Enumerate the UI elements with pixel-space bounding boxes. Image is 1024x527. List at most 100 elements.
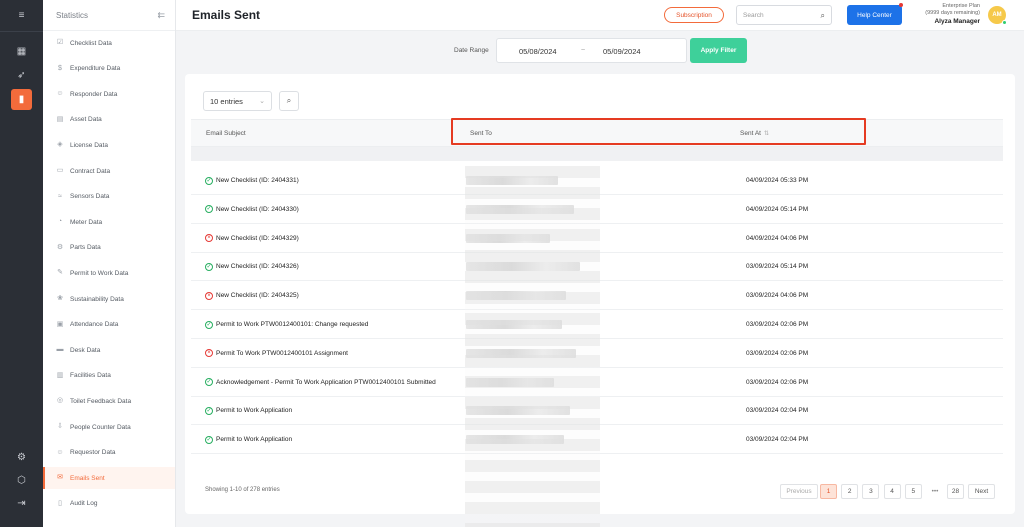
dashboard-icon[interactable]: ▦ [11, 41, 32, 62]
email-subject-cell: ✓ New Checklist (ID: 2404330) [205, 195, 465, 224]
email-subject-text: New Checklist (ID: 2404326) [216, 263, 299, 271]
email-subject-cell: ✓ New Checklist (ID: 2404331) [205, 166, 465, 195]
table-row[interactable]: ✓ New Checklist (ID: 2404330) 04/09/2024 0… [191, 195, 1003, 224]
table-search-button[interactable]: ⌕ [279, 91, 299, 111]
sidebar-item-desk-data[interactable]: ▬ Desk Data [43, 339, 175, 361]
email-subject-cell: × New Checklist (ID: 2404325) [205, 281, 465, 310]
rocket-icon[interactable]: ➶ [11, 65, 32, 86]
sidebar-item-checklist-data[interactable]: ☑ Checklist Data [43, 32, 175, 54]
pagination-page[interactable]: 3 [862, 484, 880, 499]
asset-icon: ▤ [56, 115, 64, 123]
menu-toggle-icon[interactable]: ≡ [11, 5, 32, 26]
help-center-button[interactable]: Help Center [847, 5, 902, 25]
sent-to-cell-redacted [466, 176, 586, 185]
table-row[interactable]: ✓ Permit to Work Application 03/09/2024 02… [191, 396, 1003, 426]
collapse-sidebar-icon[interactable]: ⇇ [157, 10, 165, 21]
meter-icon: ◔ [57, 218, 63, 226]
statistics-icon[interactable]: ▮ [11, 89, 32, 110]
sidebar-item-label: People Counter Data [70, 423, 131, 431]
pagination-page[interactable]: 5 [904, 484, 922, 499]
apply-filter-button[interactable]: Apply Filter [690, 38, 747, 63]
email-subject-text: New Checklist (ID: 2404329) [216, 234, 299, 242]
table-row[interactable]: × New Checklist (ID: 2404325) 03/09/2024 0… [191, 281, 1003, 311]
sidebar-item-label: Contract Data [70, 167, 111, 175]
plan-days: (9999 days remaining) [925, 10, 980, 16]
sidebar-item-label: Emails Sent [70, 474, 105, 482]
column-email-subject[interactable]: Email Subject [206, 130, 246, 137]
sidebar-item-requestor-data[interactable]: ☺ Requestor Data [43, 442, 175, 464]
sidebar-item-contract-data[interactable]: ▭ Contract Data [43, 160, 175, 182]
sent-to-cell-redacted [466, 204, 586, 214]
pagination-page[interactable]: 28 [947, 484, 964, 499]
sidebar-item-permit-to-work-data[interactable]: ✎ Permit to Work Data [43, 262, 175, 284]
user-name[interactable]: Alyza Manager [912, 18, 980, 25]
pagination-next[interactable]: Next [968, 484, 995, 499]
sidebar-item-license-data[interactable]: ◈ License Data [43, 134, 175, 156]
sent-at-cell: 04/09/2024 05:33 PM [746, 177, 809, 184]
sidebar-item-facilities-data[interactable]: ▥ Facilities Data [43, 365, 175, 387]
redacted-block [466, 406, 570, 416]
start-date-field[interactable]: 05/08/2024 [519, 47, 557, 56]
search-icon: ⌕ [286, 96, 292, 105]
sidebar-item-label: Expenditure Data [70, 65, 121, 73]
end-date-field[interactable]: 05/09/2024 [603, 47, 641, 56]
plan-info: Enterprise Plan (9999 days remaining) Al… [912, 3, 980, 25]
sidebar-item-asset-data[interactable]: ▤ Asset Data [43, 109, 175, 131]
pagination-previous[interactable]: Previous [780, 484, 818, 499]
top-header: Emails Sent Subscription Search ⌕ Help C… [176, 0, 1024, 31]
email-subject-cell: × New Checklist (ID: 2404329) [205, 224, 465, 253]
sidebar-item-audit-log[interactable]: ▯ Audit Log [43, 493, 175, 515]
pagination-page[interactable]: 1 [820, 484, 837, 499]
email-subject-cell: ✓ Acknowledgement - Permit To Work Applic… [205, 368, 465, 397]
redacted-block [466, 176, 558, 185]
pagination-page[interactable]: 4 [883, 484, 901, 499]
sidebar-item-label: Permit to Work Data [70, 269, 129, 277]
date-range-picker[interactable]: 05/08/2024 ~ 05/09/2024 [496, 38, 687, 63]
table-filter-row [191, 147, 1003, 161]
sidebar-item-expenditure-data[interactable]: $ Expenditure Data [43, 58, 175, 80]
entries-per-page-select[interactable]: 10 entries ⌄ [203, 91, 272, 111]
checklist-icon: ☑ [56, 39, 64, 46]
sidebar-item-meter-data[interactable]: ◔ Meter Data [43, 211, 175, 233]
sent-at-cell: 03/09/2024 02:04 PM [746, 407, 809, 415]
table-row[interactable]: × Permit To Work PTW0012400101 Assignment… [191, 339, 1003, 368]
sidebar-item-label: Facilities Data [70, 372, 111, 380]
sidebar-item-attendance-data[interactable]: ▣ Attendance Data [43, 314, 175, 336]
subscription-button[interactable]: Subscription [664, 7, 724, 23]
redacted-block [466, 262, 580, 272]
table-row[interactable]: ✓ Permit to Work Application 03/09/2024 02… [191, 425, 1003, 455]
search-input[interactable]: Search ⌕ [736, 5, 832, 25]
table-row[interactable]: × New Checklist (ID: 2404329) 04/09/2024 0… [191, 224, 1003, 253]
sidebar-item-parts-data[interactable]: ⚙ Parts Data [43, 237, 175, 259]
sidebar-item-toilet-feedback-data[interactable]: ◎ Toilet Feedback Data [43, 390, 175, 412]
x-circle-icon: × [205, 349, 213, 358]
logout-icon[interactable]: ⇥ [11, 493, 32, 514]
email-icon: ✉ [57, 474, 63, 482]
check-circle-icon: ✓ [205, 435, 213, 444]
x-circle-icon: × [205, 234, 213, 243]
table-row[interactable]: ✓ Permit to Work PTW0012400101: Change re… [191, 310, 1003, 339]
entries-value: 10 entries [210, 96, 243, 106]
package-icon[interactable]: ⬡ [11, 470, 32, 491]
table-row[interactable]: ✓ New Checklist (ID: 2404331) 04/09/2024 0… [191, 166, 1003, 195]
date-separator: ~ [581, 47, 586, 54]
sidebar-item-emails-sent[interactable]: ✉ Emails Sent [43, 467, 175, 490]
sidebar-item-label: License Data [70, 141, 108, 149]
sent-to-cell-redacted [466, 406, 586, 416]
table-row[interactable]: ✓ Acknowledgement - Permit To Work Applic… [191, 368, 1003, 397]
email-subject-cell: × Permit To Work PTW0012400101 Assignment [205, 339, 465, 368]
search-icon[interactable]: ⌕ [821, 11, 825, 21]
icon-rail: ≡ ▦ ➶ ▮ ⚙ ⬡ ⇥ [0, 0, 43, 527]
table-row[interactable]: ✓ New Checklist (ID: 2404326) 03/09/2024 0… [191, 252, 1003, 282]
sidebar-item-people-counter-data[interactable]: ⇩ People Counter Data [43, 416, 175, 438]
x-circle-icon: × [205, 291, 213, 300]
email-subject-text: Acknowledgement - Permit To Work Applica… [216, 378, 436, 386]
sidebar-item-sustainability-data[interactable]: ❀ Sustainability Data [43, 288, 175, 310]
email-subject-text: Permit to Work Application [216, 436, 293, 444]
pagination-page[interactable]: 2 [841, 484, 859, 499]
highlight-box [451, 118, 866, 145]
settings-icon[interactable]: ⚙ [11, 447, 32, 468]
sidebar-item-sensors-data[interactable]: ≈ Sensors Data [43, 186, 175, 208]
sidebar-item-responder-data[interactable]: ☺ Responder Data [43, 83, 175, 105]
emails-table-card: 10 entries ⌄ ⌕ Email Subject Sent To Sen… [185, 74, 1015, 527]
